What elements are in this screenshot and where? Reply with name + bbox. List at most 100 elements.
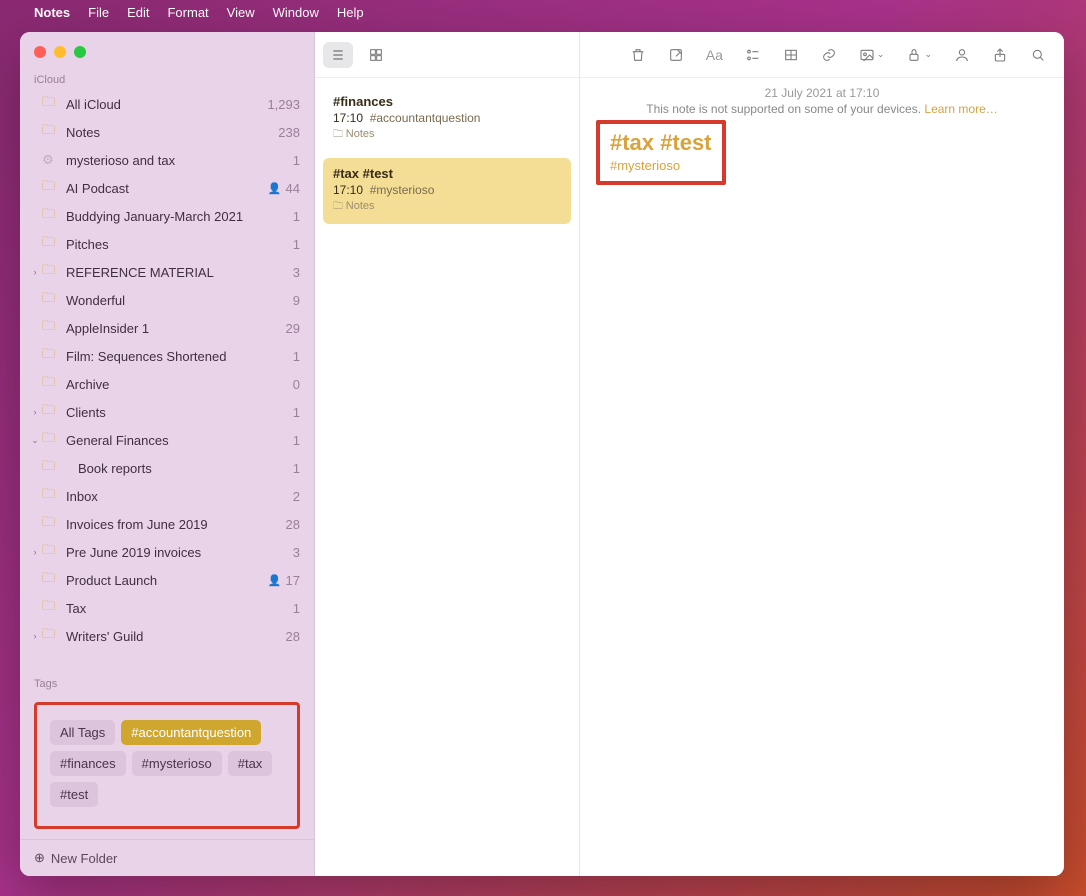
folder-name: Writers' Guild — [66, 629, 286, 644]
tag-chip[interactable]: #finances — [50, 751, 126, 776]
sidebar-folder[interactable]: ⚙︎mysterioso and tax1 — [20, 146, 314, 174]
sidebar-folder[interactable]: ›🗀REFERENCE MATERIAL3 — [20, 258, 314, 286]
folder-icon: 🗀 — [42, 345, 60, 367]
folder-name: All iCloud — [66, 97, 267, 112]
new-folder-button[interactable]: ⊕ New Folder — [20, 839, 314, 876]
folder-icon: 🗀 — [42, 261, 60, 283]
folder-icon: 🗀 — [42, 541, 60, 563]
note-body[interactable]: #tax #test #mysterioso — [580, 116, 1064, 187]
folder-count: 1 — [293, 209, 300, 224]
disclosure-icon[interactable]: › — [28, 267, 42, 277]
folder-icon: 🗀 — [42, 205, 60, 227]
note-unsupported-warning: This note is not supported on some of yo… — [580, 102, 1064, 116]
sidebar-folder[interactable]: 🗀Archive0 — [20, 370, 314, 398]
note-item-snippet: #mysterioso — [370, 183, 435, 197]
folder-name: mysterioso and tax — [66, 153, 293, 168]
collaborate-button[interactable] — [950, 42, 974, 68]
app-menu[interactable]: Notes — [34, 5, 70, 20]
folder-name: Book reports — [66, 461, 293, 476]
note-title: #tax #test — [610, 130, 712, 156]
shared-icon: 👤 — [268, 182, 282, 195]
sidebar-folder[interactable]: 🗀 Invoices from June 201928 — [20, 510, 314, 538]
system-menubar: Notes File Edit Format View Window Help — [0, 0, 1086, 24]
note-item-title: #tax #test — [333, 166, 561, 181]
left-toolbar — [315, 32, 579, 78]
note-item-time: 17:10 — [333, 111, 363, 125]
search-button[interactable] — [1026, 42, 1050, 68]
table-button[interactable] — [779, 42, 803, 68]
folder-name: REFERENCE MATERIAL — [66, 265, 293, 280]
lock-button[interactable]: ⌄ — [902, 42, 936, 68]
menu-help[interactable]: Help — [337, 5, 364, 20]
menu-format[interactable]: Format — [167, 5, 208, 20]
folder-name: Tax — [66, 601, 293, 616]
tag-chip[interactable]: All Tags — [50, 720, 115, 745]
link-button[interactable] — [817, 42, 841, 68]
folder-icon: 🗀 — [42, 317, 60, 339]
disclosure-icon[interactable]: ⌄ — [28, 435, 42, 446]
sidebar-folder[interactable]: 🗀Buddying January-March 20211 — [20, 202, 314, 230]
note-list-item[interactable]: #tax #test17:10 #mysteriosoNotes — [323, 158, 571, 224]
zoom-window-button[interactable] — [74, 46, 86, 58]
sidebar-folder[interactable]: 🗀Product Launch👤17 — [20, 566, 314, 594]
folder-icon: 🗀 — [42, 177, 60, 199]
note-title-highlight-box: #tax #test #mysterioso — [596, 120, 726, 185]
checklist-button[interactable] — [741, 42, 765, 68]
note-list-item[interactable]: #finances17:10 #accountantquestionNotes — [323, 86, 571, 152]
folder-count: 9 — [293, 293, 300, 308]
folder-name: Film: Sequences Shortened — [66, 349, 293, 364]
list-view-button[interactable] — [323, 42, 353, 68]
sidebar-folder[interactable]: ›🗀Writers' Guild28 — [20, 622, 314, 650]
sidebar-folder[interactable]: 🗀AppleInsider 129 — [20, 314, 314, 342]
sidebar-folder[interactable]: ›🗀Pre June 2019 invoices3 — [20, 538, 314, 566]
sidebar-folder[interactable]: ⌄🗀General Finances1 — [20, 426, 314, 454]
folder-name: General Finances — [66, 433, 293, 448]
menu-file[interactable]: File — [88, 5, 109, 20]
sidebar-folder[interactable]: 🗀AI Podcast👤44 — [20, 174, 314, 202]
close-window-button[interactable] — [34, 46, 46, 58]
tag-chip[interactable]: #accountantquestion — [121, 720, 261, 745]
folder-name: AI Podcast — [66, 181, 268, 196]
tag-chip[interactable]: #tax — [228, 751, 273, 776]
learn-more-link[interactable]: Learn more… — [924, 102, 997, 116]
sidebar-folder[interactable]: 🗀Book reports1 — [20, 454, 314, 482]
tag-chip[interactable]: #test — [50, 782, 98, 807]
sidebar-section-label: iCloud — [20, 66, 314, 90]
format-button[interactable]: Aa — [702, 42, 727, 68]
sidebar-folder[interactable]: 🗀Pitches1 — [20, 230, 314, 258]
sidebar-folder[interactable]: 🗀All iCloud1,293 — [20, 90, 314, 118]
folder-count: 28 — [286, 517, 300, 532]
disclosure-icon[interactable]: › — [28, 547, 42, 557]
folder-icon: 🗀 — [42, 513, 60, 535]
folder-count: 1 — [293, 601, 300, 616]
note-editor-column: Aa ⌄ ⌄ 21 July 2021 at 17:10 This note i… — [580, 32, 1064, 876]
note-item-time: 17:10 — [333, 183, 363, 197]
disclosure-icon[interactable]: › — [28, 631, 42, 641]
folder-count: 29 — [286, 321, 300, 336]
sidebar-folder[interactable]: ›🗀Clients1 — [20, 398, 314, 426]
sidebar-folder[interactable]: 🗀Tax1 — [20, 594, 314, 622]
folder-name: Notes — [66, 125, 278, 140]
note-item-location: Notes — [333, 127, 561, 144]
tags-highlight-box: All Tags#accountantquestion #finances#mys… — [34, 702, 300, 829]
menu-view[interactable]: View — [227, 5, 255, 20]
sidebar-folder[interactable]: 🗀Wonderful9 — [20, 286, 314, 314]
folder-icon: 🗀 — [42, 373, 60, 395]
menu-window[interactable]: Window — [273, 5, 319, 20]
sidebar-folder[interactable]: 🗀Notes238 — [20, 118, 314, 146]
folder-name: Pitches — [66, 237, 293, 252]
folder-count: 17 — [286, 573, 300, 588]
delete-button[interactable] — [626, 42, 650, 68]
sidebar-folder[interactable]: 🗀Film: Sequences Shortened1 — [20, 342, 314, 370]
media-button[interactable]: ⌄ — [855, 42, 889, 68]
tag-chip[interactable]: #mysterioso — [132, 751, 222, 776]
menu-edit[interactable]: Edit — [127, 5, 149, 20]
note-subtitle: #mysterioso — [610, 158, 712, 173]
minimize-window-button[interactable] — [54, 46, 66, 58]
share-button[interactable] — [988, 42, 1012, 68]
disclosure-icon[interactable]: › — [28, 407, 42, 417]
folder-name: Invoices from June 2019 — [66, 517, 286, 532]
gallery-view-button[interactable] — [361, 42, 391, 68]
new-note-button[interactable] — [664, 42, 688, 68]
sidebar-folder[interactable]: 🗀Inbox2 — [20, 482, 314, 510]
